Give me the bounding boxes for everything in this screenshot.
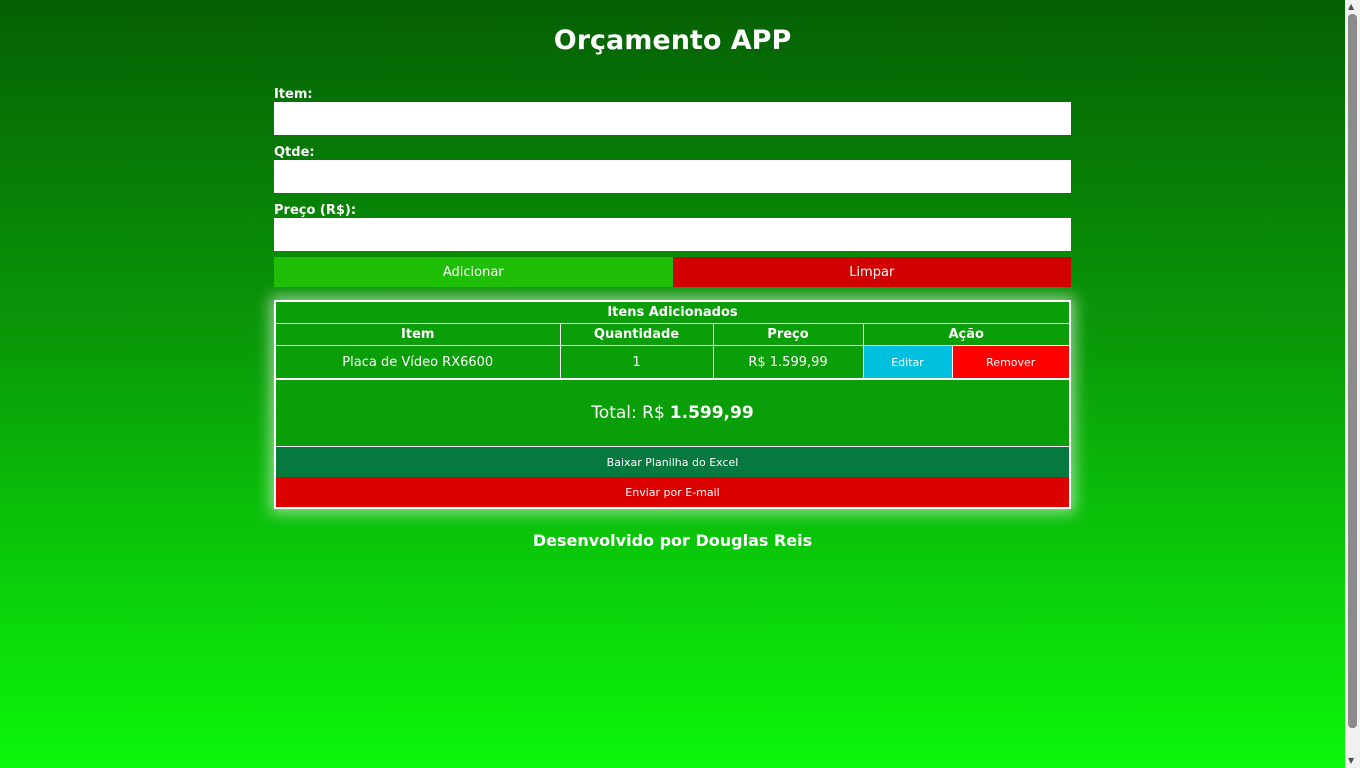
page-title: Orçamento APP	[553, 25, 792, 56]
price-input[interactable]	[274, 218, 1071, 251]
item-input[interactable]	[274, 102, 1071, 135]
row-price: R$ 1.599,99	[712, 345, 864, 379]
scroll-up-icon[interactable]: ▲	[1348, 2, 1354, 12]
row-actions: Editar Remover	[862, 345, 1069, 379]
add-button[interactable]: Adicionar	[274, 257, 673, 287]
remove-button[interactable]: Remover	[951, 346, 1069, 378]
footer-credit: Desenvolvido por Douglas Reis	[532, 531, 813, 550]
total-value: 1.599,99	[669, 403, 754, 423]
send-email-button[interactable]: Enviar por E-mail	[276, 477, 1069, 507]
column-header-item: Item	[276, 323, 561, 346]
qty-input[interactable]	[274, 160, 1071, 193]
form-buttons: Adicionar Limpar	[274, 257, 1071, 287]
row-quantity: 1	[559, 345, 714, 379]
column-header-price: Preço	[712, 323, 864, 346]
column-header-action: Ação	[862, 323, 1069, 346]
qty-label: Qtde:	[274, 145, 315, 160]
table-caption: Itens Adicionados	[276, 302, 1069, 324]
items-table: Itens Adicionados Item Quantidade Preço …	[276, 302, 1069, 379]
clear-button[interactable]: Limpar	[672, 257, 1071, 287]
vertical-scrollbar[interactable]: ▲ ▼	[1345, 0, 1360, 768]
scrollbar-thumb[interactable]	[1348, 14, 1357, 728]
scroll-down-icon[interactable]: ▼	[1348, 756, 1354, 766]
column-header-quantity: Quantidade	[559, 323, 714, 346]
table-row: Placa de Vídeo RX6600 1 R$ 1.599,99 Edit…	[276, 345, 1069, 379]
total-prefix: Total: R$	[591, 403, 665, 423]
row-item: Placa de Vídeo RX6600	[276, 345, 561, 379]
total-row: Total: R$ 1.599,99	[276, 379, 1069, 447]
items-panel: Itens Adicionados Item Quantidade Preço …	[274, 300, 1071, 509]
app-container: Orçamento APP Item: Qtde: Preço (R$): Ad…	[274, 0, 1071, 550]
budget-form: Item: Qtde: Preço (R$): Adicionar Limpar	[274, 88, 1071, 287]
item-label: Item:	[274, 87, 313, 102]
download-excel-button[interactable]: Baixar Planilha do Excel	[276, 447, 1069, 477]
edit-button[interactable]: Editar	[863, 346, 952, 378]
price-label: Preço (R$):	[274, 203, 357, 218]
